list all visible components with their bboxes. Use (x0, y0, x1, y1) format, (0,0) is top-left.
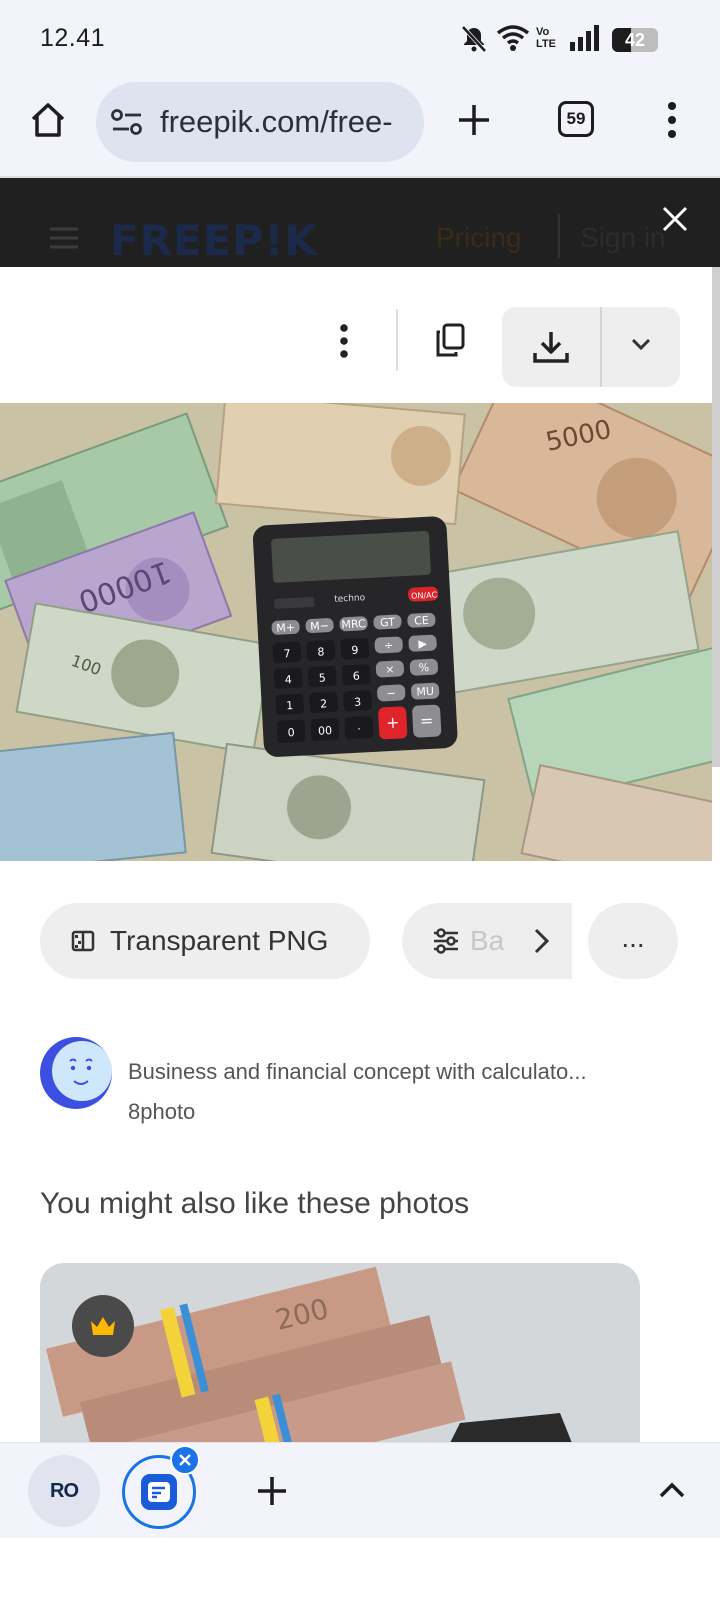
calculator-key: 00 (318, 724, 333, 738)
related-heading: You might also like these photos (40, 1187, 470, 1220)
chevron-up-icon[interactable] (658, 1481, 686, 1499)
calculator-key: + (386, 713, 400, 733)
calculator-key: M− (310, 619, 329, 633)
new-tab-icon[interactable] (456, 102, 492, 138)
related-photo-thumb[interactable]: 200 (40, 1263, 640, 1442)
pricing-link[interactable]: Pricing (436, 222, 522, 254)
add-tab-icon[interactable] (256, 1475, 288, 1507)
image-title: Business and financial concept with calc… (128, 1059, 587, 1084)
close-tab-button[interactable] (170, 1445, 200, 1475)
calculator-key: − (386, 687, 396, 700)
chevron-down-icon[interactable] (630, 337, 652, 353)
signal-icon (570, 25, 599, 51)
transparent-png-icon (71, 930, 95, 952)
tab-switcher-icon[interactable]: 59 (558, 101, 594, 137)
crown-icon (91, 1317, 115, 1335)
sliders-icon (434, 928, 458, 954)
more-options-chip[interactable]: ... (588, 903, 678, 979)
close-tab-icon (179, 1454, 191, 1466)
calculator-brand: techno (334, 593, 366, 605)
calculator-key: CE (414, 614, 429, 628)
header-divider (558, 214, 560, 258)
calculator-banknotes-image: 5000 10000 100 techno ON/AC M+ M− MRC GT… (0, 403, 712, 861)
background-chip-label: Ba (470, 925, 505, 956)
calculator-key: 0 (287, 726, 295, 739)
calculator-graphic: techno ON/AC M+ M− MRC GT CE 7 8 9 ÷ ▶ 4… (252, 516, 458, 757)
main-content: 5000 10000 100 techno ON/AC M+ M− MRC GT… (0, 267, 712, 1442)
close-icon[interactable] (662, 206, 688, 232)
calculator-key: 4 (285, 673, 293, 686)
calculator-key: · (357, 723, 361, 736)
calculator-key: 5 (318, 671, 326, 684)
download-separator (600, 307, 602, 387)
sign-in-link[interactable]: Sign in (580, 222, 666, 254)
calculator-key: 8 (317, 645, 325, 658)
main-photo[interactable]: 5000 10000 100 techno ON/AC M+ M− MRC GT… (0, 403, 712, 861)
calculator-key: = (419, 711, 433, 731)
page-scrollbar[interactable] (712, 267, 720, 767)
tab-count: 59 (566, 109, 586, 128)
transparent-png-chip[interactable]: Transparent PNG (40, 903, 370, 979)
tab-thumb-ro[interactable]: RO (28, 1455, 100, 1527)
battery-icon: 42 (612, 28, 658, 52)
calculator-key: ▶ (418, 637, 428, 650)
freepik-logo[interactable]: FREEP!K (110, 216, 318, 265)
calculator-key: 6 (352, 670, 360, 683)
author-avatar[interactable] (40, 1037, 112, 1109)
navigation-area (0, 1538, 720, 1604)
status-bar: 12.41 Vo LTE 42 (0, 0, 720, 80)
calculator-key: 2 (320, 697, 328, 710)
wifi-icon (496, 25, 530, 51)
calculator-key: % (418, 661, 429, 675)
calculator-key: 9 (351, 644, 359, 657)
more-menu-icon[interactable] (662, 100, 682, 140)
money-stack-image: 200 (40, 1263, 640, 1442)
browser-toolbar: freepik.com/free- 59 (0, 80, 720, 178)
transparent-png-label: Transparent PNG (110, 925, 329, 956)
mute-icon (461, 25, 487, 53)
calculator-key: 7 (283, 647, 291, 660)
calculator-key: × (385, 663, 395, 676)
freepik-tab-icon (141, 1474, 177, 1510)
action-divider (396, 309, 398, 371)
battery-level: 42 (624, 30, 646, 50)
calculator-key: 3 (354, 696, 362, 709)
calculator-key: M+ (276, 621, 295, 635)
copy-icon[interactable] (434, 322, 466, 358)
site-settings-icon[interactable] (110, 106, 144, 138)
tab-thumb-ro-label: RO (50, 1479, 79, 1502)
status-time: 12.41 (40, 24, 106, 52)
calculator-key: ÷ (384, 639, 394, 652)
address-bar[interactable]: freepik.com/free- (96, 82, 424, 162)
premium-badge (72, 1295, 134, 1357)
volte-icon: Vo LTE (536, 26, 556, 50)
calculator-key: 1 (286, 699, 294, 712)
download-icon[interactable] (532, 329, 570, 365)
author-name[interactable]: 8photo (128, 1099, 195, 1125)
chevron-right-icon[interactable] (532, 927, 552, 955)
more-options-label: ... (621, 922, 645, 953)
tab-strip: RO (0, 1442, 720, 1538)
hamburger-icon[interactable] (48, 226, 80, 250)
download-group (502, 307, 680, 387)
calculator-on-key: ON/AC (411, 590, 438, 600)
calculator-key: MU (416, 685, 434, 699)
more-vertical-icon[interactable] (334, 323, 354, 359)
home-icon[interactable] (28, 100, 68, 140)
calculator-key: MRC (341, 617, 366, 631)
site-header: FREEP!K Pricing Sign in (0, 178, 720, 267)
calculator-key: GT (380, 616, 396, 630)
url-text[interactable]: freepik.com/free- (160, 104, 414, 140)
